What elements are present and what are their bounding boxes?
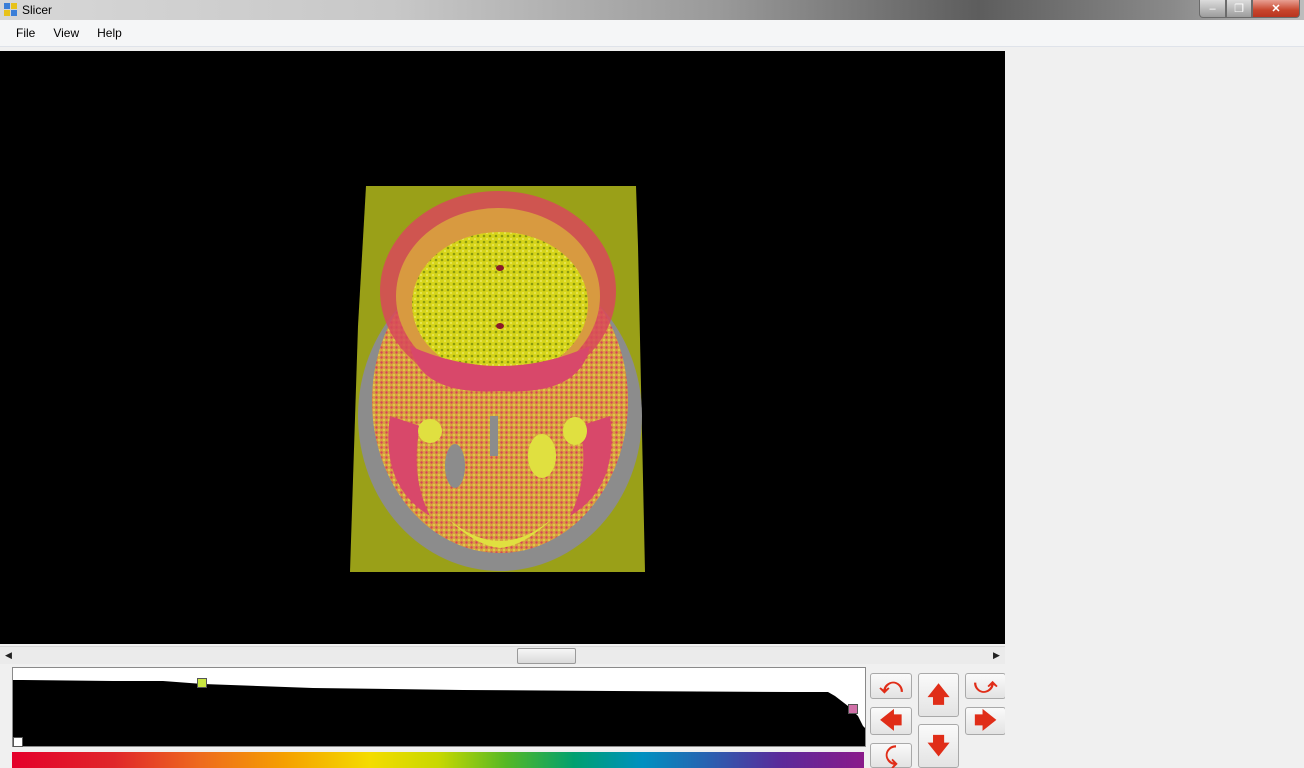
move-up-button[interactable]: 🡅 bbox=[918, 673, 959, 717]
rotate-cw-button[interactable]: ⤻ bbox=[965, 673, 1006, 699]
menu-view[interactable]: View bbox=[44, 20, 88, 46]
arrow-right-icon: 🡆 bbox=[974, 708, 997, 733]
scroll-thumb[interactable] bbox=[517, 648, 576, 664]
arrow-left-icon: 🡄 bbox=[879, 708, 903, 733]
close-button[interactable]: ✕ bbox=[1252, 0, 1300, 18]
flip-icon: ⤹ bbox=[884, 742, 898, 768]
arrow-up-icon: 🡅 bbox=[927, 682, 950, 707]
window-controls: – ❐ ✕ bbox=[1199, 0, 1300, 18]
horizontal-scrollbar[interactable]: ◀ ▶ bbox=[0, 646, 1005, 664]
menu-bar: File View Help bbox=[0, 20, 1304, 47]
histogram-graph bbox=[13, 668, 865, 728]
histogram-panel[interactable] bbox=[12, 667, 866, 747]
scroll-left-icon[interactable]: ◀ bbox=[1, 648, 16, 663]
mri-slice-image bbox=[350, 186, 645, 572]
rotate-ccw-icon: ⤺ bbox=[879, 673, 903, 698]
menu-help[interactable]: Help bbox=[88, 20, 131, 46]
arrow-down-icon: 🡇 bbox=[927, 733, 950, 758]
move-left-button[interactable]: 🡄 bbox=[870, 707, 912, 735]
move-down-button[interactable]: 🡇 bbox=[918, 724, 959, 768]
window-title: Slicer bbox=[22, 3, 53, 17]
title-bar: Slicer – ❐ ✕ bbox=[0, 0, 1304, 20]
menu-file[interactable]: File bbox=[7, 20, 44, 46]
maximize-button[interactable]: ❐ bbox=[1226, 0, 1252, 18]
flip-button[interactable]: ⤹ bbox=[870, 743, 912, 768]
histogram-low-handle[interactable] bbox=[13, 737, 23, 747]
color-map-bar bbox=[12, 752, 864, 768]
minimize-button[interactable]: – bbox=[1199, 0, 1226, 18]
histogram-top-handle[interactable] bbox=[13, 668, 17, 672]
slice-viewport[interactable] bbox=[0, 51, 1005, 644]
histogram-mid-handle[interactable] bbox=[197, 678, 207, 688]
rotate-ccw-button[interactable]: ⤺ bbox=[870, 673, 912, 699]
rotate-cw-icon: ⤻ bbox=[973, 673, 998, 698]
move-right-button[interactable]: 🡆 bbox=[965, 707, 1006, 735]
scroll-right-icon[interactable]: ▶ bbox=[989, 648, 1004, 663]
histogram-high-handle[interactable] bbox=[848, 704, 858, 714]
app-icon bbox=[4, 3, 18, 17]
right-side-panel bbox=[1005, 51, 1304, 768]
